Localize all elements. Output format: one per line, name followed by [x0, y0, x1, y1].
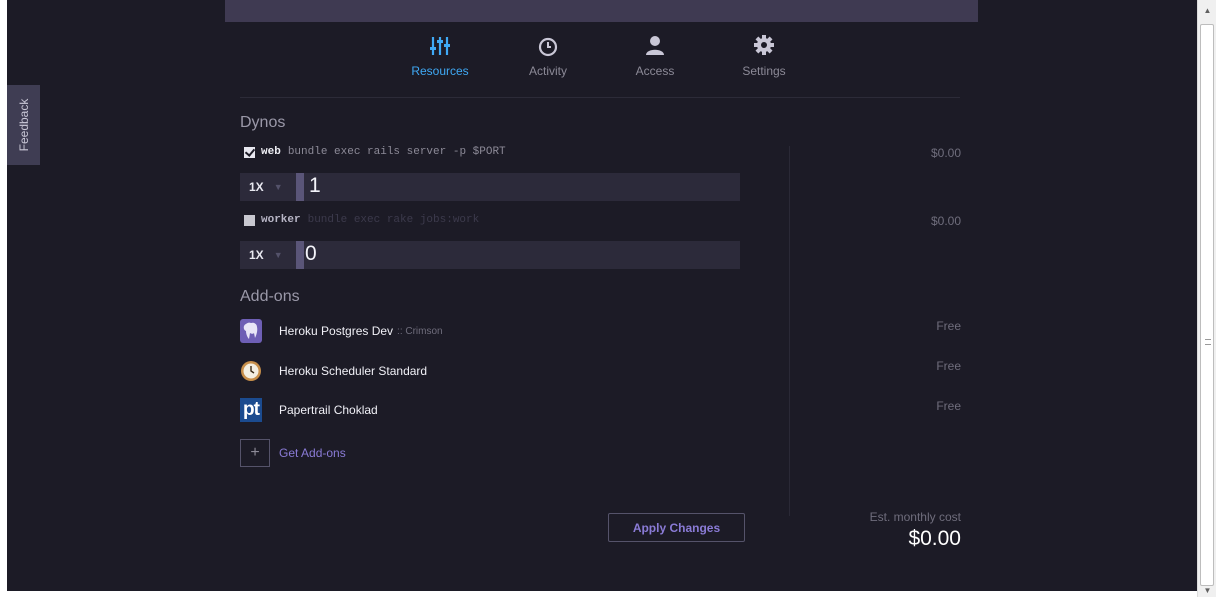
get-addons-link[interactable]: + Get Add-ons [240, 439, 346, 467]
addon-postgres-name: Heroku Postgres Dev [279, 324, 394, 338]
dyno-worker-scale: 1X ▼ 0 [240, 241, 740, 269]
dyno-worker-command: bundle exec rake jobs:work [307, 214, 480, 226]
apply-changes-label: Apply Changes [632, 520, 721, 535]
addon-postgres-plan: :: Crimson [397, 325, 443, 337]
scroll-grip-icon [1205, 339, 1211, 345]
scrollbar-thumb[interactable] [1200, 24, 1214, 586]
addon-papertrail-price: Free [936, 399, 961, 413]
dyno-web-row: web bundle exec rails server -p $PORT [244, 146, 506, 158]
addon-postgres-price: Free [936, 319, 961, 333]
app-header-bar [225, 0, 978, 22]
dyno-worker-size-select[interactable]: 1X ▼ [240, 241, 296, 269]
addon-scheduler-name: Heroku Scheduler Standard [279, 364, 428, 378]
sliders-icon [400, 34, 480, 58]
postgres-elephant-icon [240, 319, 262, 343]
dyno-web-command: bundle exec rails server -p $PORT [287, 146, 506, 158]
user-icon [615, 34, 695, 58]
dyno-web-checkbox[interactable] [244, 146, 255, 158]
tab-activity-label: Activity [528, 64, 567, 78]
vertical-scrollbar[interactable]: ▲ ▼ [1197, 0, 1216, 597]
dyno-worker-name: worker [261, 214, 301, 226]
dyno-web-size-select[interactable]: 1X ▼ [240, 173, 296, 201]
browser-viewport: Resources Activity Access Settings Feedb… [0, 0, 1197, 597]
tab-resources[interactable]: Resources [400, 34, 480, 78]
plus-icon: + [240, 439, 270, 467]
dyno-web-name: web [261, 146, 281, 158]
papertrail-pt-icon: pt [240, 398, 262, 422]
dyno-worker-slider-handle[interactable] [296, 241, 304, 269]
app-resources-page: Resources Activity Access Settings Feedb… [7, 0, 1197, 591]
tab-activity[interactable]: Activity [508, 34, 588, 78]
tab-settings[interactable]: Settings [724, 34, 804, 78]
dyno-web-price: $0.00 [930, 146, 961, 160]
tab-access[interactable]: Access [615, 34, 695, 78]
addon-postgres[interactable]: Heroku Postgres Dev :: Crimson [240, 318, 443, 344]
tab-resources-label: Resources [411, 64, 469, 78]
addon-scheduler-price: Free [936, 359, 961, 373]
get-addons-label: Get Add-ons [279, 446, 346, 460]
addon-scheduler[interactable]: Heroku Scheduler Standard [240, 358, 427, 384]
dyno-worker-row: worker bundle exec rake jobs:work [244, 214, 479, 226]
dyno-web-quantity[interactable]: 1 [309, 174, 321, 198]
addons-heading: Add-ons [240, 288, 300, 305]
addon-papertrail-name: Papertrail Choklad [279, 403, 378, 417]
addon-papertrail[interactable]: pt Papertrail Choklad [240, 397, 378, 423]
tab-access-label: Access [635, 64, 675, 78]
scheduler-clock-icon [240, 359, 262, 383]
dyno-worker-size: 1X [249, 248, 264, 262]
caret-down-icon: ▼ [273, 250, 283, 260]
dyno-web-size: 1X [249, 180, 264, 194]
clock-icon [508, 34, 588, 58]
dynos-heading: Dynos [240, 114, 286, 131]
dyno-worker-price: $0.00 [930, 214, 961, 228]
dyno-web-scale: 1X ▼ 1 [240, 173, 740, 201]
dyno-web-slider-handle[interactable] [296, 173, 304, 201]
price-column-divider [789, 146, 790, 516]
scroll-up-arrow-icon[interactable]: ▲ [1198, 6, 1216, 15]
feedback-label: Feedback [16, 98, 31, 152]
est-monthly-cost-label: Est. monthly cost [869, 510, 961, 524]
caret-down-icon: ▼ [273, 182, 283, 192]
dyno-worker-checkbox[interactable] [244, 214, 255, 226]
tabs-divider [240, 97, 960, 98]
scroll-down-arrow-icon[interactable]: ▼ [1198, 586, 1216, 595]
est-monthly-cost-total: $0.00 [908, 527, 961, 550]
apply-changes-button[interactable]: Apply Changes [608, 513, 745, 542]
tab-settings-label: Settings [742, 64, 786, 78]
gear-icon [724, 34, 804, 58]
feedback-tab[interactable]: Feedback [7, 85, 40, 165]
dyno-worker-quantity[interactable]: 0 [305, 242, 317, 266]
